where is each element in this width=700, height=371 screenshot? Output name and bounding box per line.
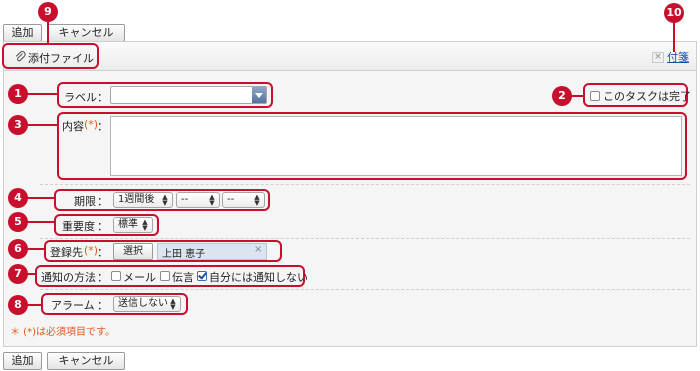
badge-1: 1	[8, 84, 28, 104]
alarm-select[interactable]: 送信しない ▲ ▼	[113, 296, 181, 312]
badge-7: 7	[8, 264, 28, 284]
sticky-note-link[interactable]: 付箋	[667, 49, 689, 65]
notify-message-label: 伝言	[172, 271, 194, 284]
badge-5: 5	[8, 212, 28, 232]
badge-2: 2	[552, 86, 572, 106]
notification-colon: ：	[97, 271, 108, 284]
separator-1	[40, 184, 690, 185]
importance-value: 標準	[118, 219, 138, 230]
assignee-required-mark: (*)	[84, 244, 99, 257]
updown-arrow-icon: ▲ ▼	[162, 193, 168, 207]
label-field-colon: ：	[97, 91, 108, 104]
badge5-pointer	[27, 221, 54, 223]
badge-8: 8	[8, 295, 28, 315]
importance-select[interactable]: 標準 ▲ ▼	[113, 217, 153, 233]
badge-4: 4	[8, 188, 28, 208]
cancel-button-top[interactable]: キャンセル	[47, 24, 125, 42]
content-label: 内容	[62, 120, 84, 133]
add-button-bottom[interactable]: 追加	[3, 352, 42, 370]
deadline-second-value: --	[181, 194, 189, 205]
sticky-close-icon[interactable]: ×	[652, 52, 664, 63]
attach-highlight	[2, 43, 99, 69]
updown-arrow-icon: ▲ ▼	[209, 193, 215, 207]
updown-arrow-icon: ▲ ▼	[254, 193, 260, 207]
content-required-mark: (*)	[84, 118, 99, 131]
updown-arrow-icon: ▲ ▼	[142, 218, 148, 232]
importance-label: 重要度	[62, 220, 95, 233]
badge-10: 10	[664, 3, 684, 23]
assignee-user-chip: 上田 恵子 ×	[157, 243, 267, 260]
notify-mail-checkbox[interactable]	[111, 271, 121, 281]
badge-9: 9	[38, 2, 58, 22]
attachment-bar	[3, 41, 697, 71]
badge3-pointer	[27, 124, 57, 126]
assignee-colon: ：	[97, 246, 108, 259]
assignee-select-button[interactable]: 選択	[113, 243, 153, 260]
add-button-top[interactable]: 追加	[3, 24, 42, 42]
cancel-button-bottom[interactable]: キャンセル	[47, 352, 125, 370]
deadline-third-select[interactable]: -- ▲ ▼	[222, 192, 265, 208]
deadline-third-value: --	[227, 194, 235, 205]
badge1-pointer	[27, 93, 57, 95]
content-colon: ：	[97, 120, 108, 133]
badge4-pointer	[27, 197, 54, 199]
assignee-label: 登録先	[50, 246, 83, 259]
badge6-pointer	[27, 248, 44, 250]
deadline-period-value: 1週間後	[118, 194, 155, 205]
remove-user-icon[interactable]: ×	[254, 244, 262, 255]
assignee-user-name: 上田 恵子	[162, 249, 206, 260]
notify-self-label: 自分には通知しない	[209, 271, 308, 284]
complete-label: このタスクは完了	[603, 90, 691, 103]
alarm-colon: ：	[97, 299, 108, 312]
complete-checkbox[interactable]	[590, 91, 600, 101]
separator-2	[40, 238, 690, 239]
required-note: ＊ (*)は必須項目です。	[10, 327, 115, 338]
badge10-pointer	[673, 20, 675, 52]
label-field-label: ラベル	[64, 91, 97, 104]
chevron-down-icon	[255, 93, 263, 98]
deadline-period-select[interactable]: 1週間後 ▲ ▼	[113, 192, 173, 208]
deadline-colon: ：	[97, 195, 108, 208]
deadline-label: 期限	[74, 195, 96, 208]
notify-message-checkbox[interactable]	[160, 271, 170, 281]
content-textarea[interactable]	[110, 116, 682, 176]
importance-colon: ：	[97, 220, 108, 233]
notify-mail-label: メール	[123, 271, 156, 284]
separator-3	[40, 289, 690, 290]
badge7-pointer	[27, 273, 35, 275]
updown-arrow-icon: ▲ ▼	[170, 297, 176, 311]
badge8-pointer	[27, 304, 41, 306]
notification-label: 通知の方法	[41, 271, 96, 284]
label-select[interactable]	[110, 86, 267, 104]
dropdown-arrow-icon[interactable]	[252, 87, 266, 103]
alarm-label: アラーム	[51, 299, 95, 312]
badge2-pointer	[571, 95, 583, 97]
badge-6: 6	[8, 239, 28, 259]
badge-3: 3	[8, 115, 28, 135]
alarm-value: 送信しない	[118, 298, 168, 309]
deadline-second-select[interactable]: -- ▲ ▼	[176, 192, 220, 208]
notify-self-checkbox[interactable]	[197, 271, 207, 281]
